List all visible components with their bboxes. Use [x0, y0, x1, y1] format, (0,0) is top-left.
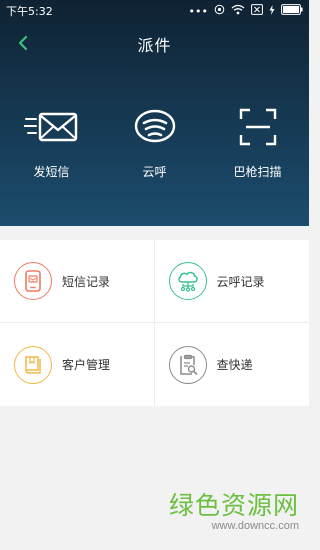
scan-label: 巴枪扫描 — [233, 165, 282, 179]
back-button[interactable] — [12, 32, 34, 54]
scan-frame-icon — [238, 105, 278, 149]
feature-grid: 短信记录 云呼记录 客户管理 查快递 — [0, 240, 309, 406]
track-parcel-item[interactable]: 查快递 — [155, 323, 310, 406]
watermark-title: 绿色资源网 — [168, 491, 299, 520]
send-sms-button[interactable]: 发短信 — [7, 105, 97, 180]
cloud-record-icon — [168, 262, 207, 300]
watermark: 绿色资源网 www.downcc.com — [169, 486, 299, 532]
scan-button[interactable]: 巴枪扫描 — [213, 105, 303, 180]
track-parcel-icon — [168, 345, 207, 384]
track-parcel-label: 查快递 — [216, 358, 253, 372]
battery-icon — [281, 4, 303, 18]
cloud-call-label: 云呼 — [142, 165, 167, 179]
sms-record-label: 短信记录 — [62, 274, 111, 289]
sms-record-icon — [14, 262, 52, 300]
cloud-call-icon — [130, 105, 180, 149]
nav-bar: 派件 — [0, 28, 309, 60]
sms-record-item[interactable]: 短信记录 — [0, 240, 155, 323]
cloud-record-label: 云呼记录 — [216, 274, 265, 289]
customer-book-icon — [14, 345, 52, 384]
page-title: 派件 — [137, 36, 172, 55]
send-sms-label: 发短信 — [33, 165, 70, 179]
status-dots: ••• — [188, 4, 208, 18]
status-time: 下午5:32 — [6, 5, 53, 18]
status-icons: ••• — [189, 4, 303, 18]
alarm-icon — [214, 4, 225, 18]
customer-management-item[interactable]: 客户管理 — [0, 323, 155, 406]
cloud-call-button[interactable]: 云呼 — [110, 105, 200, 180]
charging-icon — [269, 4, 275, 18]
status-bar: 下午5:32 ••• — [0, 0, 309, 22]
wifi-icon — [231, 4, 245, 18]
header-hero: 下午5:32 ••• 派件 发短信 云呼 巴枪扫描 — [0, 0, 309, 226]
customer-management-label: 客户管理 — [62, 358, 111, 372]
chevron-left-icon — [18, 35, 28, 51]
envelope-icon — [23, 105, 80, 149]
quick-actions: 发短信 云呼 巴枪扫描 — [0, 105, 309, 185]
no-sim-icon — [251, 4, 263, 18]
cloud-record-item[interactable]: 云呼记录 — [154, 240, 309, 323]
